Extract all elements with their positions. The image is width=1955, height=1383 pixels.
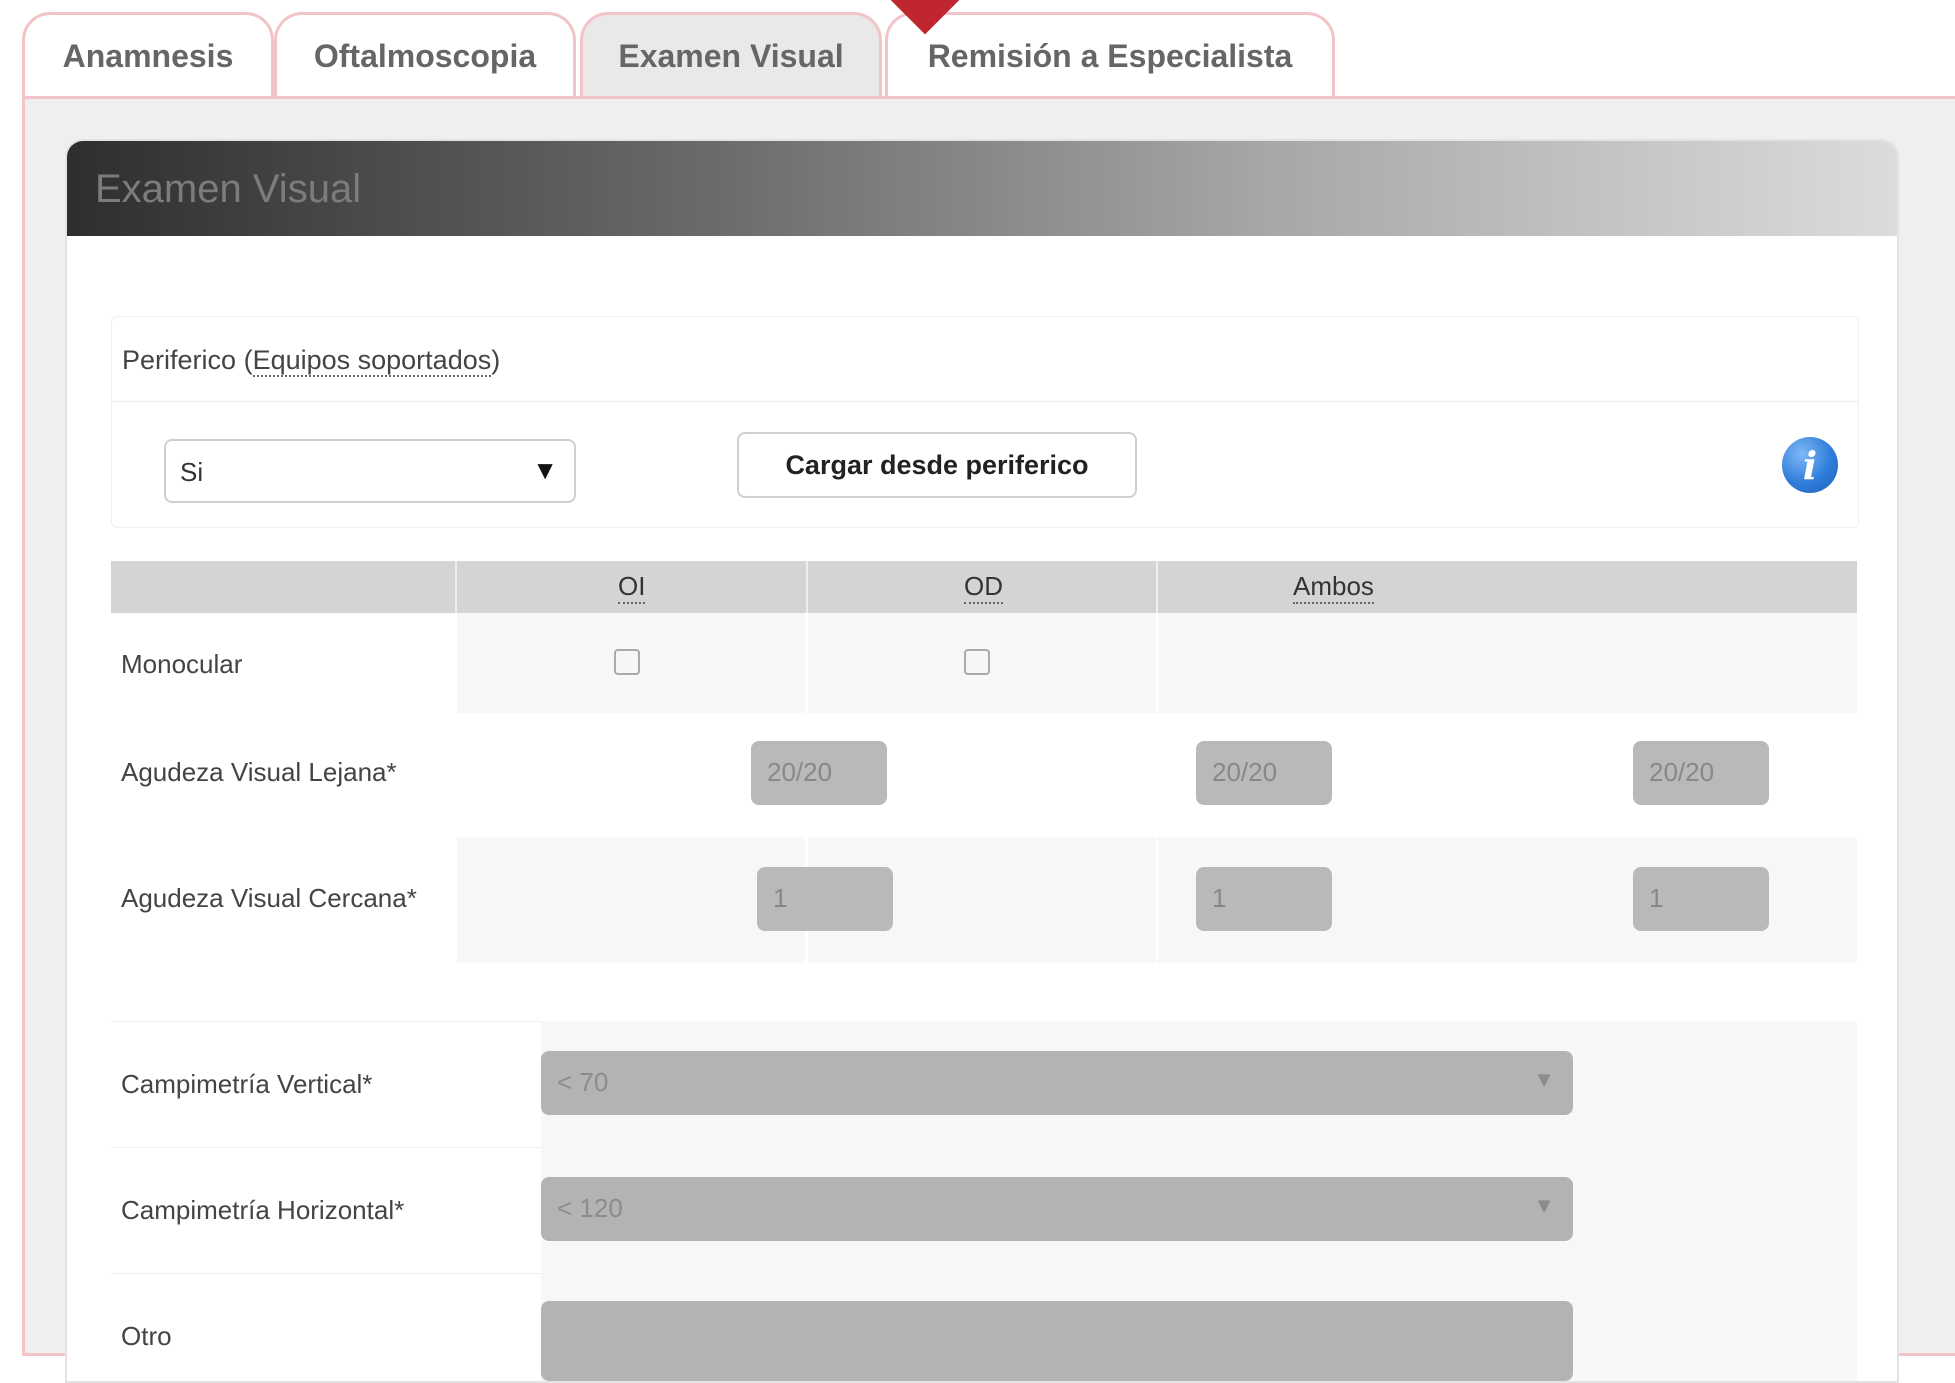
periferico-label: Periferico (Equipos soportados) — [122, 345, 501, 377]
otro-label: Otro — [121, 1321, 172, 1351]
row-label: Agudeza Visual Lejana* — [121, 757, 397, 787]
cell — [457, 837, 805, 963]
card-header: Examen Visual — [67, 141, 1897, 236]
paren-close: ) — [491, 345, 501, 375]
campimetria-vertical-label: Campimetría Vertical* — [121, 1069, 373, 1099]
equipos-soportados-link[interactable]: Equipos soportados — [252, 345, 492, 377]
chevron-down-icon: ▼ — [1533, 1067, 1555, 1092]
select-value: < 70 — [557, 1067, 609, 1097]
paren-open: ( — [243, 345, 253, 375]
campimetria-vertical-select[interactable]: < 70 ▼ — [541, 1051, 1573, 1115]
campimetria-horizontal-label: Campimetría Horizontal* — [121, 1195, 405, 1225]
tab-bar: Anamnesis Oftalmoscopia Examen Visual Re… — [0, 0, 1955, 100]
periferico-text: Periferico — [122, 345, 237, 375]
table-row-lejana: Agudeza Visual Lejana* 20/20 20/20 20/20 — [111, 713, 1857, 837]
monocular-od-checkbox[interactable] — [964, 649, 990, 675]
otro-input[interactable] — [541, 1301, 1573, 1381]
examen-visual-card: Examen Visual Periferico (Equipos soport… — [65, 139, 1899, 1383]
info-icon[interactable]: i — [1782, 437, 1838, 493]
field-value: 1 — [1212, 883, 1227, 913]
field-value: 20/20 — [767, 757, 833, 787]
cercana-ambos-input[interactable]: 1 — [1633, 867, 1769, 931]
row-label: Monocular — [121, 649, 243, 679]
column-ambos: Ambos — [1293, 571, 1374, 604]
chevron-down-icon: ▼ — [1533, 1193, 1555, 1218]
grid-header: OI OD Ambos — [111, 561, 1857, 613]
lejana-ambos-input[interactable]: 20/20 — [1633, 741, 1769, 805]
tab-remision-especialista[interactable]: Remisión a Especialista — [885, 12, 1335, 98]
tab-anamnesis[interactable]: Anamnesis — [22, 12, 274, 98]
cargar-desde-periferico-button[interactable]: Cargar desde periferico — [737, 432, 1137, 498]
periferico-select[interactable]: Si ▼ — [164, 439, 576, 503]
cercana-oi-input[interactable]: 1 — [757, 867, 893, 931]
table-row-monocular: Monocular — [111, 613, 1857, 713]
card-title: Examen Visual — [95, 167, 362, 211]
field-value: 20/20 — [1212, 757, 1278, 787]
cercana-od-input[interactable]: 1 — [1196, 867, 1332, 931]
field-value: 20/20 — [1649, 757, 1715, 787]
campimetria-horizontal-select[interactable]: < 120 ▼ — [541, 1177, 1573, 1241]
field-value: 1 — [773, 883, 788, 913]
col-sep — [1156, 561, 1158, 613]
tab-panel: Examen Visual Periferico (Equipos soport… — [22, 96, 1955, 1383]
lejana-oi-input[interactable]: 20/20 — [751, 741, 887, 805]
chevron-down-icon: ▼ — [532, 455, 558, 485]
col-sep — [455, 561, 457, 613]
select-value: < 120 — [557, 1193, 623, 1223]
periferico-section: Periferico (Equipos soportados) Si ▼ Car… — [111, 316, 1859, 528]
tab-examen-visual[interactable]: Examen Visual — [580, 12, 882, 98]
periferico-select-value: Si — [180, 457, 204, 487]
campimetria-section: Campimetría Vertical* < 70 ▼ Campimetría… — [111, 1021, 1857, 1381]
lejana-od-input[interactable]: 20/20 — [1196, 741, 1332, 805]
row-label: Agudeza Visual Cercana* — [121, 883, 417, 913]
table-row-cercana: Agudeza Visual Cercana* 1 1 1 — [111, 837, 1857, 963]
column-oi: OI — [618, 571, 646, 604]
monocular-oi-checkbox[interactable] — [614, 649, 640, 675]
col-sep — [806, 561, 808, 613]
divider — [112, 401, 1858, 402]
tab-oftalmoscopia[interactable]: Oftalmoscopia — [274, 12, 576, 98]
column-od: OD — [964, 571, 1003, 604]
field-value: 1 — [1649, 883, 1664, 913]
cell — [1158, 613, 1857, 713]
